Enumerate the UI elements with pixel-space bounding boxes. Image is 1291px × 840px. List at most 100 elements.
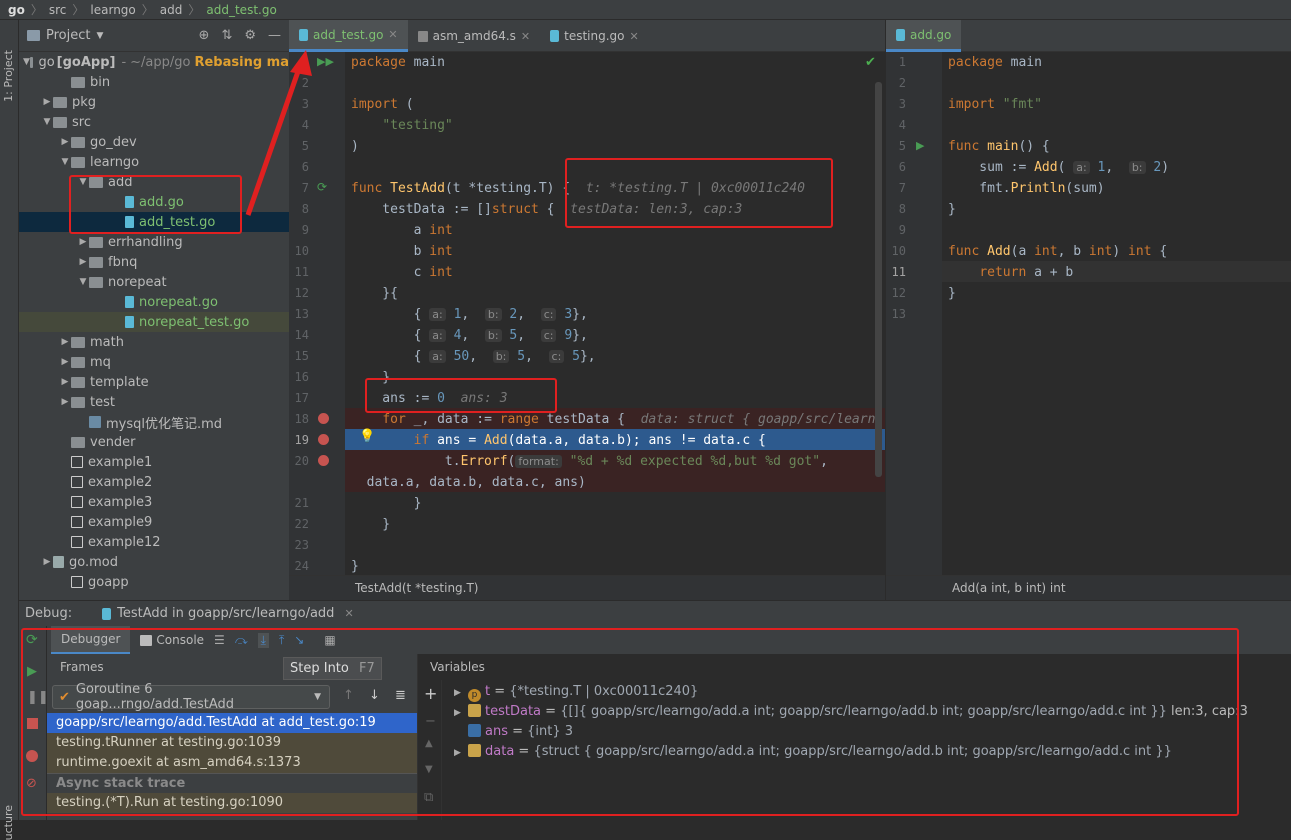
tab-testing-go[interactable]: testing.go ✕ [540, 20, 649, 52]
tree-item[interactable]: ▼ norepeat [19, 272, 289, 292]
close-icon[interactable]: ✕ [521, 30, 530, 43]
tree-item-label: goapp [88, 574, 129, 590]
expand-arrow-icon[interactable]: ▶ [77, 237, 89, 247]
tree-item[interactable]: example3 [19, 492, 289, 512]
go-file-icon [550, 30, 560, 42]
structure-tool-tab[interactable]: ucture [2, 805, 15, 840]
gear-icon[interactable]: ⚙ [244, 28, 256, 43]
line-number: 11 [891, 265, 906, 279]
tree-item-label: norepeat_test.go [139, 314, 250, 330]
debug-header: Debug: TestAdd in goapp/src/learngo/add … [19, 600, 1291, 626]
tree-item[interactable]: norepeat.go [19, 292, 289, 312]
breadcrumb-file[interactable]: add_test.go [206, 3, 276, 17]
tree-item[interactable]: norepeat_test.go [19, 312, 289, 332]
breadcrumb-add[interactable]: add [160, 3, 183, 17]
line-number: 24 [294, 559, 309, 573]
line-number: 8 [898, 202, 906, 216]
code-line: if ans = Add(data.a, data.b); ans != dat… [413, 433, 766, 448]
tab-add-go[interactable]: add.go [886, 20, 962, 52]
expand-arrow-icon[interactable]: ▼ [77, 277, 89, 287]
code-line: { a: 1, b: 2, c: 3}, [351, 307, 588, 322]
tree-item[interactable]: ▶ errhandling [19, 232, 289, 252]
expand-arrow-icon[interactable]: ▶ [59, 337, 71, 347]
expand-arrow-icon[interactable]: ▶ [59, 137, 71, 147]
tree-item[interactable]: vender [19, 432, 289, 452]
editor-scrollbar[interactable] [875, 82, 882, 477]
tree-item[interactable]: ▶ template [19, 372, 289, 392]
expand-arrow-icon[interactable]: ▶ [59, 377, 71, 387]
tree-item[interactable]: goapp [19, 572, 289, 592]
tree-item[interactable]: mysql优化笔记.md [19, 412, 289, 432]
code-line: fmt.Println(sum) [948, 181, 1105, 196]
hide-icon[interactable]: — [268, 28, 281, 43]
breadcrumb-go[interactable]: go [8, 3, 25, 17]
tree-item-label: mysql优化笔记.md [106, 416, 223, 432]
close-icon[interactable]: ✕ [388, 28, 397, 41]
close-icon[interactable]: ✕ [344, 607, 353, 620]
tree-item[interactable]: example1 [19, 452, 289, 472]
expand-arrow-icon[interactable]: ▼ [59, 157, 71, 167]
code-line: package main [948, 55, 1042, 70]
chevron-down-icon[interactable]: ▼ [96, 31, 103, 41]
tab-asm-amd64[interactable]: asm_amd64.s ✕ [408, 20, 541, 52]
code-line: data.a, data.b, data.c, ans) [351, 475, 586, 490]
left-tool-strip: 1: Project ucture [0, 20, 19, 840]
editor-status-right: Add(a int, b int) int [886, 575, 1291, 600]
tree-item-label: example3 [88, 494, 153, 510]
line-number: 13 [294, 307, 309, 321]
project-icon [27, 30, 40, 41]
line-number: 10 [294, 244, 309, 258]
tab-add-test-go[interactable]: add_test.go ✕ [289, 20, 408, 52]
code-line: } [351, 517, 391, 532]
close-icon[interactable]: ✕ [630, 30, 639, 43]
editor-tabs-right: add.go [886, 20, 1291, 52]
tree-item[interactable]: example12 [19, 532, 289, 552]
folder-icon [71, 356, 85, 368]
tree-item[interactable]: ▶ math [19, 332, 289, 352]
expand-arrow-icon[interactable]: ▶ [59, 357, 71, 367]
folder-icon [53, 116, 67, 128]
expand-arrow-icon[interactable]: ▼ [41, 117, 53, 127]
line-number: 3 [898, 97, 906, 111]
project-title[interactable]: Project [46, 28, 90, 43]
project-tool-tab[interactable]: 1: Project [2, 50, 15, 102]
code-line: return a + b [979, 265, 1074, 280]
code-line: } [948, 202, 956, 217]
annotation-box-debugger [21, 628, 1239, 816]
code-line: import ( [351, 97, 414, 112]
expand-arrow-icon[interactable]: ▼ [23, 57, 30, 67]
tree-item[interactable]: example2 [19, 472, 289, 492]
breakpoint-icon[interactable] [318, 455, 329, 466]
tree-item-label: template [90, 374, 149, 390]
root-path: ~/app/go [130, 54, 191, 70]
collapse-icon[interactable]: ⇅ [221, 28, 232, 43]
annotation-box-inline-values [565, 158, 833, 228]
breadcrumb: go 〉 src 〉 learngo 〉 add 〉 add_test.go [0, 0, 1291, 20]
code-line: ) [351, 139, 359, 154]
folder-icon [71, 436, 85, 448]
folder-icon [89, 236, 103, 248]
expand-arrow-icon[interactable]: ▶ [41, 557, 53, 567]
tree-item[interactable]: ▶ test [19, 392, 289, 412]
expand-arrow-icon[interactable]: ▶ [41, 97, 53, 107]
code-line: { a: 4, b: 5, c: 9}, [351, 328, 588, 343]
file-icon [71, 516, 83, 528]
code-editor-left[interactable]: 💡 package main import ( "testing") func Te… [345, 52, 885, 575]
breadcrumb-learngo[interactable]: learngo [90, 3, 135, 17]
breakpoint-icon[interactable] [318, 413, 329, 424]
expand-arrow-icon[interactable]: ▶ [59, 397, 71, 407]
tree-item[interactable]: ▶ go.mod [19, 552, 289, 572]
breadcrumb-src[interactable]: src [49, 3, 67, 17]
tree-item[interactable]: example9 [19, 512, 289, 532]
debug-session-tab[interactable]: TestAdd in goapp/src/learngo/add [117, 606, 334, 621]
root-name: go [38, 54, 55, 70]
tree-item[interactable]: ▶ mq [19, 352, 289, 372]
tree-item[interactable]: ▶ fbnq [19, 252, 289, 272]
line-number: 21 [294, 496, 309, 510]
run-icon[interactable]: ▶ [916, 139, 924, 152]
locate-icon[interactable]: ⊕ [199, 28, 210, 43]
asm-file-icon [417, 30, 428, 42]
breakpoint-icon[interactable] [318, 434, 329, 445]
expand-arrow-icon[interactable]: ▶ [77, 257, 89, 267]
code-editor-right[interactable]: package main import "fmt" func main() { su… [942, 52, 1291, 575]
